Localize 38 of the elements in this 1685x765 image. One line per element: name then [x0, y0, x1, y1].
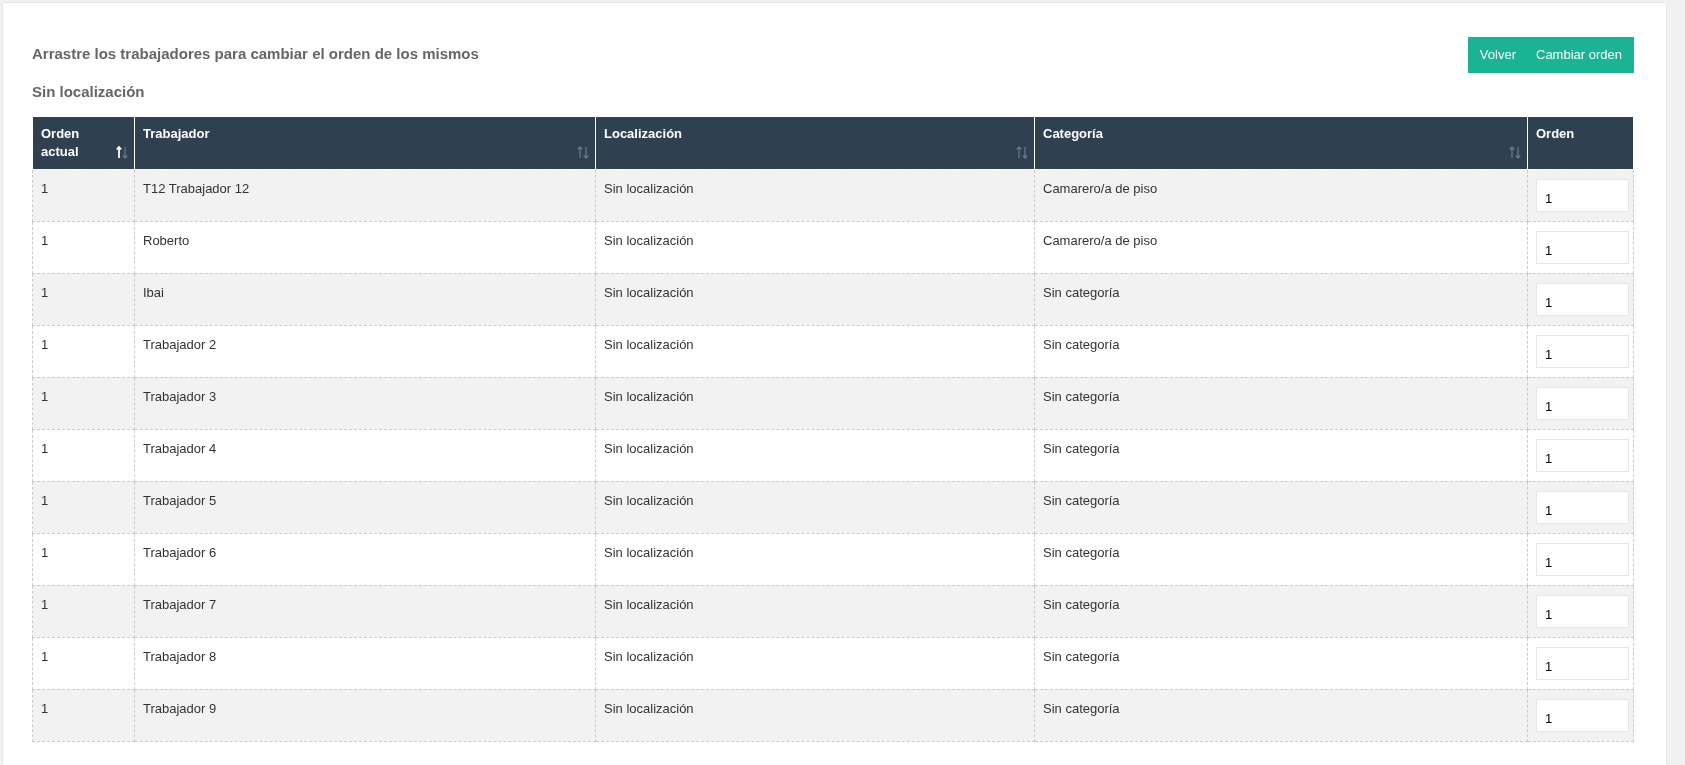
section-title: Sin localización — [32, 82, 146, 101]
location-cell: Sin localización — [595, 481, 1035, 533]
worker-cell: Trabajador 3 — [134, 377, 596, 429]
order-input[interactable]: 1 — [1536, 386, 1629, 420]
current-order-cell: 1 — [32, 689, 135, 741]
page-heading: Arrastre los trabajadores para cambiar el orden de los mismos — [32, 45, 479, 63]
order-input[interactable]: 1 — [1536, 178, 1629, 212]
location-cell: Sin localización — [595, 273, 1035, 325]
current-order-cell: 1 — [32, 481, 135, 533]
current-order-cell: 1 — [32, 377, 135, 429]
category-cell: Sin categoría — [1034, 585, 1528, 637]
location-cell: Sin localización — [595, 689, 1035, 741]
location-cell: Sin localización — [595, 585, 1035, 637]
worker-cell: Trabajador 5 — [134, 481, 596, 533]
current-order-cell: 1 — [32, 169, 135, 221]
order-input[interactable]: 1 — [1536, 646, 1629, 680]
order-input[interactable]: 1 — [1536, 282, 1629, 316]
category-cell: Sin categoría — [1034, 377, 1528, 429]
category-cell: Sin categoría — [1034, 689, 1528, 741]
order-input[interactable]: 1 — [1536, 438, 1629, 472]
worker-cell: Ibai — [134, 273, 596, 325]
order-input[interactable]: 1 — [1536, 594, 1629, 628]
category-cell: Camarero/a de piso — [1034, 169, 1528, 221]
worker-cell: T12 Trabajador 12 — [134, 169, 596, 221]
order-input[interactable]: 1 — [1536, 542, 1629, 576]
order-input[interactable]: 1 — [1536, 490, 1629, 524]
worker-cell: Trabajador 9 — [134, 689, 596, 741]
sort-icon[interactable] — [116, 145, 128, 159]
current-order-cell: 1 — [32, 585, 135, 637]
order-input[interactable]: 1 — [1536, 230, 1629, 264]
order-input[interactable]: 1 — [1536, 334, 1629, 368]
location-cell: Sin localización — [595, 377, 1035, 429]
current-order-cell: 1 — [32, 273, 135, 325]
location-cell: Sin localización — [595, 169, 1035, 221]
order-input[interactable]: 1 — [1536, 698, 1629, 732]
worker-cell: Trabajador 7 — [134, 585, 596, 637]
category-cell: Sin categoría — [1034, 481, 1528, 533]
category-cell: Sin categoría — [1034, 273, 1528, 325]
